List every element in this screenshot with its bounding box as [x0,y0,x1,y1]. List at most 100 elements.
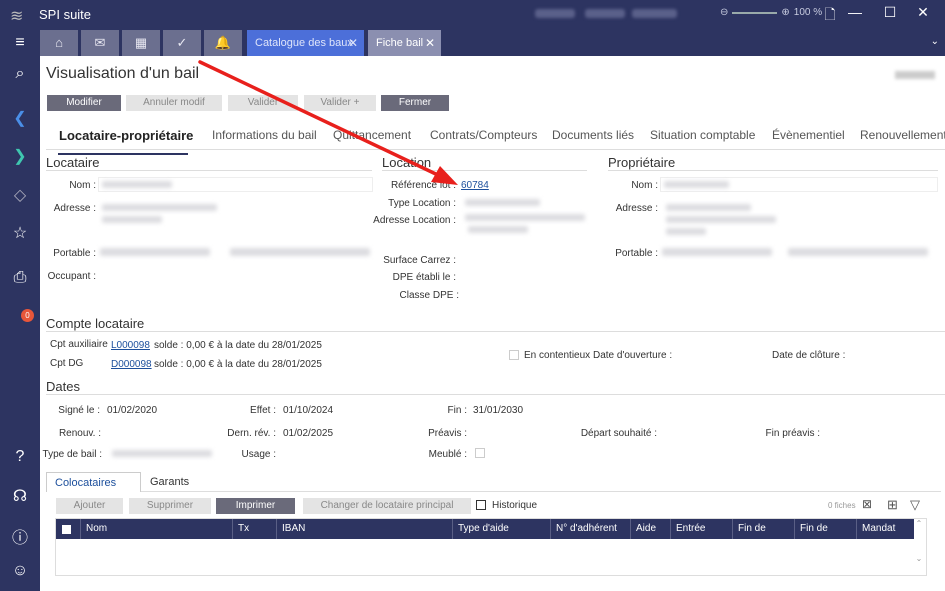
chevron-down-icon[interactable]: ⌄ [931,36,939,47]
blurred-reference [895,71,935,79]
proprietaire-adresse-label: Adresse : [615,203,658,214]
historique-checkbox[interactable] [476,500,486,510]
select-all-checkbox[interactable] [62,525,71,534]
blurred-value [102,181,172,188]
colocataires-table: Nom Tx prél... IBAN Type d'aide N° d'adh… [55,518,927,576]
imprimer-button[interactable]: Imprimer [216,498,295,514]
zoom-in-icon[interactable]: ⊕ [781,7,789,18]
tab-contrats-compteurs[interactable]: Contrats/Compteurs [430,128,537,142]
changer-locataire-button[interactable]: Changer de locataire principal [303,498,471,514]
close-tab-icon[interactable]: ✕ [348,30,358,56]
help-icon[interactable]: ? [0,448,40,466]
column-header[interactable]: Entrée [670,519,732,539]
blurred-value [465,214,585,221]
effet-value: 01/10/2024 [283,405,334,416]
en-contentieux-checkbox[interactable] [509,350,519,360]
column-header[interactable]: Nom [80,519,232,539]
tab-informations-bail[interactable]: Informations du bail [212,128,317,142]
locataire-occupant-label: Occupant : [47,271,96,282]
en-contentieux-label: En contentieux [524,350,591,361]
blurred-value [468,226,528,233]
zoom-out-icon[interactable]: ⊖ [720,7,728,18]
check-icon[interactable]: ✓ [163,30,201,56]
tab-colocataires[interactable]: Colocataires [46,472,141,492]
tab-evenementiel[interactable]: Évènementiel [772,128,845,142]
column-header[interactable]: N° d'adhérent [550,519,630,539]
meuble-checkbox[interactable] [475,448,485,458]
home-icon[interactable]: ⌂ [40,30,78,56]
preavis-label: Préavis : [428,428,467,439]
tab-renouvellement[interactable]: Renouvellement [860,128,945,142]
left-arrow-icon[interactable]: ❮ [0,108,40,128]
effet-label: Effet : [250,405,276,416]
blurred-value [465,199,540,206]
dpe-etabli-label: DPE établi le : [392,272,456,283]
supprimer-button[interactable]: Supprimer [129,498,211,514]
close-tab-icon[interactable]: ✕ [425,30,435,56]
minimize-button[interactable]: — [845,4,865,20]
valider-plus-button[interactable]: Valider + [304,95,376,111]
tab-fiche-bail[interactable]: Fiche bail ✕ [368,30,441,56]
cpt-auxiliaire-link[interactable]: L000098 [111,340,150,351]
maximize-button[interactable]: ☐ [880,4,900,21]
column-header[interactable]: Type d'aide [452,519,550,539]
zoom-control[interactable]: ⊖ ⊕ 100 % [720,7,822,18]
tab-documents-lies[interactable]: Documents liés [552,128,634,142]
locataire-adresse-label: Adresse : [53,203,96,214]
tab-label: Fiche bail [376,37,424,49]
main-content: Visualisation d'un bail Modifier Annuler… [40,56,945,591]
column-header[interactable]: Mandat [856,519,914,539]
fermer-button[interactable]: Fermer [381,95,449,111]
column-header[interactable]: Fin de solid... [794,519,856,554]
dern-rev-label: Dern. rév. : [227,428,276,439]
section-divider [382,170,587,171]
mail-icon[interactable]: ✉ [81,30,119,56]
user-icon[interactable]: ☺ [0,562,40,580]
document-icon[interactable]: 🗋 [820,4,840,28]
blurred-info [632,9,677,18]
reference-lot-link[interactable]: 60784 [461,180,489,191]
tab-locataire-proprietaire[interactable]: Locataire-propriétaire [59,128,193,143]
scroll-up-icon[interactable]: ⌃ [912,519,926,528]
proprietaire-nom-label: Nom : [631,180,658,191]
calendar-icon[interactable]: ▦ [122,30,160,56]
blurred-value [788,248,928,256]
blurred-value [662,248,772,256]
search-icon[interactable]: ⌕ [0,65,40,83]
column-header[interactable]: Aide [630,519,670,539]
tab-situation-comptable[interactable]: Situation comptable [650,128,755,142]
cpt-auxiliaire-label: Cpt auxiliaire [50,339,108,350]
tab-catalogue-baux[interactable]: Catalogue des baux ✕ [247,30,364,56]
diamond-icon[interactable]: ◇ [0,185,40,205]
headset-icon[interactable]: ☊ [0,486,40,506]
filter-icon[interactable]: ▽ [910,497,920,513]
info-icon[interactable]: ⓘ [0,524,40,548]
close-window-button[interactable]: ✕ [913,4,933,21]
renouv-label: Renouv. : [58,428,101,439]
column-header[interactable]: IBAN [276,519,452,539]
vertical-scrollbar[interactable]: ⌃ ⌄ [912,519,926,575]
blurred-value [666,204,751,211]
ajouter-button[interactable]: Ajouter [56,498,123,514]
valider-button[interactable]: Valider [228,95,298,111]
scroll-down-icon[interactable]: ⌄ [912,554,926,563]
blurred-value [666,216,776,223]
reference-lot-label: Référence lot : [390,180,456,191]
meuble-label: Meublé : [428,449,467,460]
tab-garants[interactable]: Garants [142,472,197,494]
printer-icon[interactable]: ⎙ [0,269,40,287]
column-header[interactable]: Tx prél... [232,519,276,554]
cpt-dg-link[interactable]: D000098 [111,359,152,370]
fin-label: Fin : [447,405,467,416]
tab-quittancement[interactable]: Quittancement [333,128,411,142]
modifier-button[interactable]: Modifier [47,95,121,111]
excel-export-icon[interactable]: ⊠ [862,497,872,511]
annuler-modif-button[interactable]: Annuler modif [126,95,222,111]
right-arrow-icon[interactable]: ❯ [0,146,40,166]
menu-icon[interactable]: ≡ [0,34,40,52]
column-header[interactable]: Fin de préa... [732,519,794,554]
zoom-slider[interactable] [732,11,778,14]
star-icon[interactable]: ☆ [0,223,40,243]
bell-icon[interactable]: 🔔 [204,30,242,56]
add-column-icon[interactable]: ⊞ [887,497,898,513]
